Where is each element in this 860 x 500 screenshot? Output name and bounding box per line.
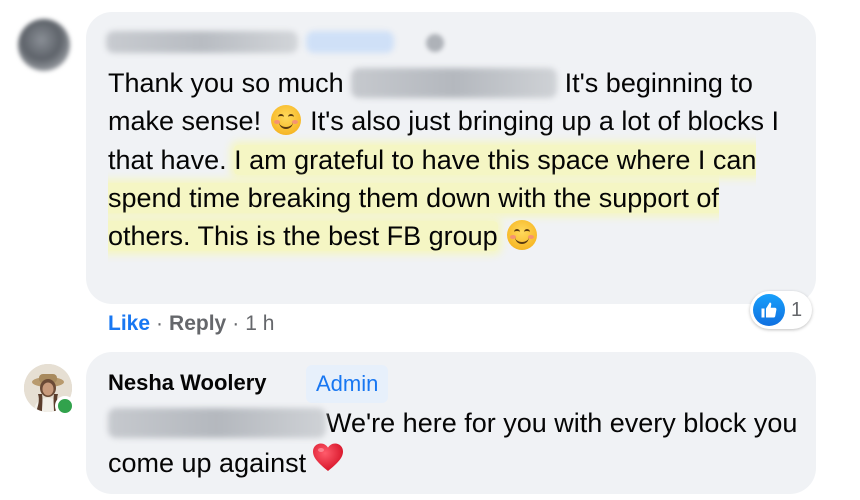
- red-heart-icon: [312, 442, 344, 482]
- like-button[interactable]: Like: [108, 312, 150, 335]
- timestamp[interactable]: 1 h: [245, 312, 274, 335]
- author-name[interactable]: Nesha Woolery: [108, 370, 267, 396]
- reaction-summary[interactable]: 1: [750, 291, 813, 329]
- author-badge-blurred: [306, 31, 394, 53]
- comment-text-part: Thank you so much: [108, 68, 344, 98]
- online-status-indicator: [55, 396, 75, 416]
- comment-text: We're here for you with every block you …: [108, 404, 798, 488]
- badge-icon-blurred: [426, 34, 444, 52]
- admin-badge: Admin: [306, 365, 389, 403]
- comment-actions: Like · Reply · 1 h: [108, 312, 274, 336]
- reaction-count: 1: [791, 298, 803, 321]
- separator: ·: [232, 312, 240, 335]
- comment-text: Thank you so much It's beginning to make…: [108, 64, 798, 256]
- separator: ·: [156, 312, 164, 335]
- mention-blurred[interactable]: [108, 407, 326, 438]
- avatar-blurred[interactable]: [18, 19, 70, 71]
- like-icon: [753, 294, 785, 326]
- reply-button[interactable]: Reply: [169, 312, 226, 335]
- author-name-blurred[interactable]: [106, 31, 298, 53]
- mention-blurred[interactable]: [351, 67, 558, 98]
- smiling-face-icon: [507, 219, 538, 250]
- smiling-face-icon: [270, 104, 301, 135]
